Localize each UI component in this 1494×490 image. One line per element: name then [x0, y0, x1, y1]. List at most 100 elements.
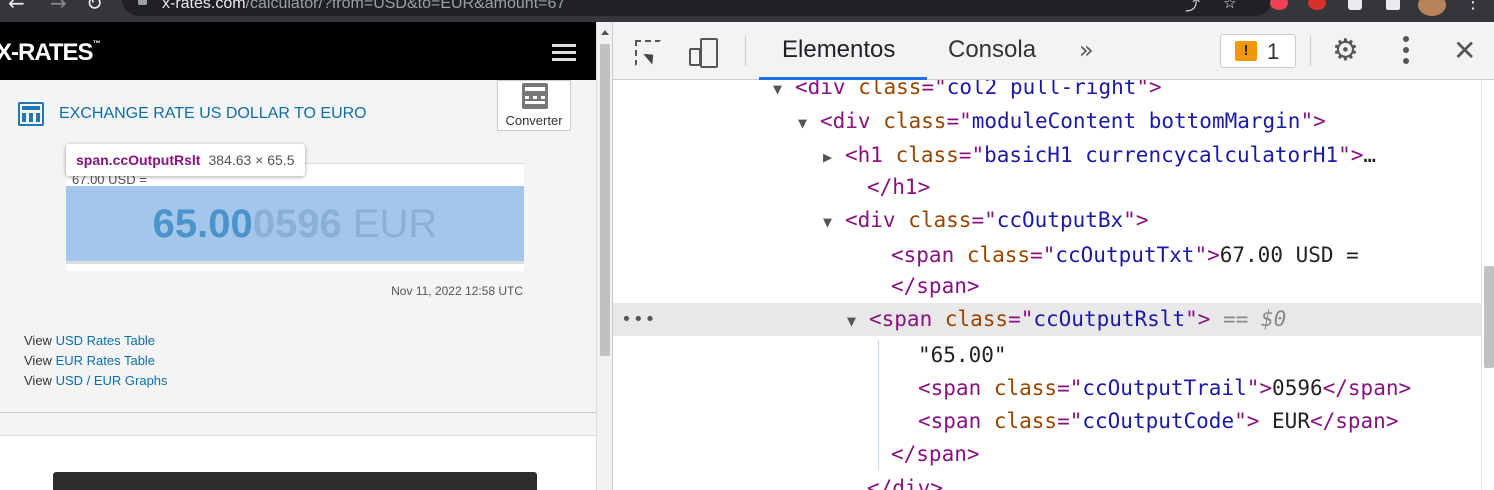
collapse-arrow-icon[interactable]: ▶ [823, 141, 845, 174]
dom-token: =" [1030, 243, 1056, 267]
dom-token: =" [946, 109, 972, 133]
link-row: View USD Rates Table [24, 333, 156, 348]
dom-token: </h1> [867, 175, 931, 199]
link-row: View EUR Rates Table [24, 353, 156, 368]
dom-token: <div [845, 208, 909, 232]
devtools-scrollbar[interactable] [1481, 80, 1494, 490]
issues-count: 1 [1267, 39, 1280, 64]
dom-token: "> [1123, 208, 1149, 232]
expand-arrow-icon[interactable]: ▼ [823, 206, 845, 239]
dom-node[interactable]: "65.00" [613, 339, 1481, 372]
dom-token: moduleContent bottomMargin [971, 109, 1301, 133]
dom-node[interactable]: <span class="ccOutputCode"> EUR</span> [613, 405, 1481, 438]
close-icon[interactable]: ✕ [1453, 34, 1476, 67]
device-toggle-icon[interactable] [689, 38, 719, 68]
scrollbar-thumb[interactable] [1484, 266, 1494, 368]
tab-console[interactable]: Consola [948, 36, 1036, 64]
dom-token: ccOutputTxt [1055, 243, 1195, 267]
address-bar[interactable]: x-rates.com/calculator/?from=USD&to=EUR&… [122, 0, 1272, 16]
dom-token: class [993, 376, 1058, 400]
expand-arrow-icon[interactable]: ▼ [773, 80, 795, 106]
dom-token: col2 pull-right [946, 80, 1137, 99]
converter-button[interactable]: Converter [497, 80, 571, 131]
dom-token: basicH1 currencycalculatorH1 [984, 143, 1339, 167]
dom-token: <span [918, 376, 994, 400]
dom-token: <h1 [845, 143, 896, 167]
dom-token: =" [921, 80, 947, 99]
dom-node[interactable]: </div> [613, 472, 1481, 490]
back-icon[interactable]: ← [8, 0, 25, 15]
chrome-menu-icon[interactable]: ⋮ [1464, 0, 1482, 13]
dom-token: ccOutputRslt [1033, 307, 1186, 331]
inspect-element-icon[interactable] [635, 40, 661, 66]
dom-token: class [908, 208, 972, 232]
dom-token: class [966, 243, 1031, 267]
dom-node[interactable]: <span class="ccOutputTxt">67.00 USD = [613, 239, 1481, 272]
issues-button[interactable]: ! 1 [1220, 34, 1296, 68]
usd-rates-table-link[interactable]: USD Rates Table [56, 333, 155, 348]
calculator-icon [522, 83, 548, 109]
tab-elements[interactable]: Elementos [782, 36, 895, 64]
dom-token: ccOutputTrail [1082, 376, 1247, 400]
scroll-up-icon[interactable] [601, 30, 609, 35]
inspect-tooltip: span.ccOutputRslt 384.63 × 65.5 [66, 144, 305, 176]
pocket-icon[interactable] [1270, 0, 1288, 10]
site-logo[interactable]: X-RATES™ [0, 39, 101, 67]
dom-token: =" [1008, 307, 1034, 331]
more-options-icon[interactable] [1403, 36, 1409, 69]
tooltip-dimensions: 384.63 × 65.5 [208, 152, 295, 168]
dom-token: "65.00" [918, 343, 1007, 367]
devtools-panel: Elementos Consola » ! 1 ⚙ ✕ ▼ <div class=… [612, 22, 1494, 490]
dom-token: class [895, 143, 959, 167]
dom-token: 67.00 USD = [1219, 243, 1359, 267]
page-scrollbar[interactable] [596, 22, 612, 490]
dom-node-selected[interactable]: ••• ▼ <span class="ccOutputRslt"> == $0 [613, 303, 1481, 336]
dom-token: </span> [1309, 409, 1399, 433]
dom-token: "> [1300, 109, 1326, 133]
dom-token: ccOutputBx [996, 208, 1124, 232]
result-value: 65.00 [152, 202, 253, 246]
scrollbar-thumb[interactable] [600, 44, 610, 356]
dom-node[interactable]: </span> [613, 438, 1481, 471]
dom-node[interactable]: ▼ <div class="ccOutputBx"> [613, 204, 1481, 237]
rate-timestamp: Nov 11, 2022 12:58 UTC [391, 284, 523, 298]
output-result: 65.000596 EUR [66, 186, 524, 264]
dom-token: "> [1185, 307, 1211, 331]
dom-token: </span> [891, 442, 980, 466]
bookmark-star-icon[interactable]: ☆ [1223, 0, 1236, 12]
web-page: X-RATES™ EXCHANGE RATE US DOLLAR TO EURO… [0, 22, 596, 490]
more-tabs-icon[interactable]: » [1079, 36, 1094, 64]
share-icon[interactable]: ⤴ [1185, 0, 1200, 15]
dom-token: <span [918, 409, 994, 433]
dom-node[interactable]: ▼ <div class="col2 pull-right"> [613, 80, 1481, 104]
node-actions-icon[interactable]: ••• [621, 303, 657, 336]
site-header: X-RATES™ [0, 22, 596, 80]
window-icon[interactable] [1386, 0, 1400, 10]
dom-token: "> [1234, 409, 1260, 433]
usd-eur-graphs-link[interactable]: USD / EUR Graphs [56, 373, 168, 388]
dom-token: "> [1194, 243, 1220, 267]
dom-token: =" [958, 143, 985, 167]
hamburger-menu-icon[interactable] [552, 44, 576, 65]
forward-icon[interactable]: → [50, 0, 67, 15]
dom-token: ccOutputCode [1082, 409, 1235, 433]
dom-node[interactable]: </span> [613, 270, 1481, 303]
reload-icon[interactable]: ↻ [86, 0, 103, 15]
dom-token: class [944, 307, 1009, 331]
lock-icon[interactable] [138, 0, 147, 5]
gear-icon[interactable]: ⚙ [1332, 36, 1359, 66]
profile-avatar[interactable] [1418, 0, 1446, 16]
calculator-icon [18, 102, 44, 126]
dom-node[interactable]: ▼ <div class="moduleContent bottomMargin"… [613, 105, 1481, 138]
dom-node[interactable]: ▶ <h1 class="basicH1 currencycalculatorH1… [613, 139, 1481, 172]
eur-rates-table-link[interactable]: EUR Rates Table [56, 353, 155, 368]
dom-node[interactable]: <span class="ccOutputTrail">0596</span> [613, 372, 1481, 405]
dom-node[interactable]: </h1> [613, 171, 1481, 204]
page-title: EXCHANGE RATE US DOLLAR TO EURO [59, 105, 367, 122]
dom-token: =" [1057, 376, 1083, 400]
adblock-icon[interactable] [1308, 0, 1326, 10]
dom-tree: ▼ <div class="col2 pull-right"> ▼ <div clas… [613, 80, 1481, 490]
expand-arrow-icon[interactable]: ▼ [847, 305, 869, 338]
expand-arrow-icon[interactable]: ▼ [798, 107, 820, 140]
puzzle-icon[interactable] [1348, 0, 1362, 10]
